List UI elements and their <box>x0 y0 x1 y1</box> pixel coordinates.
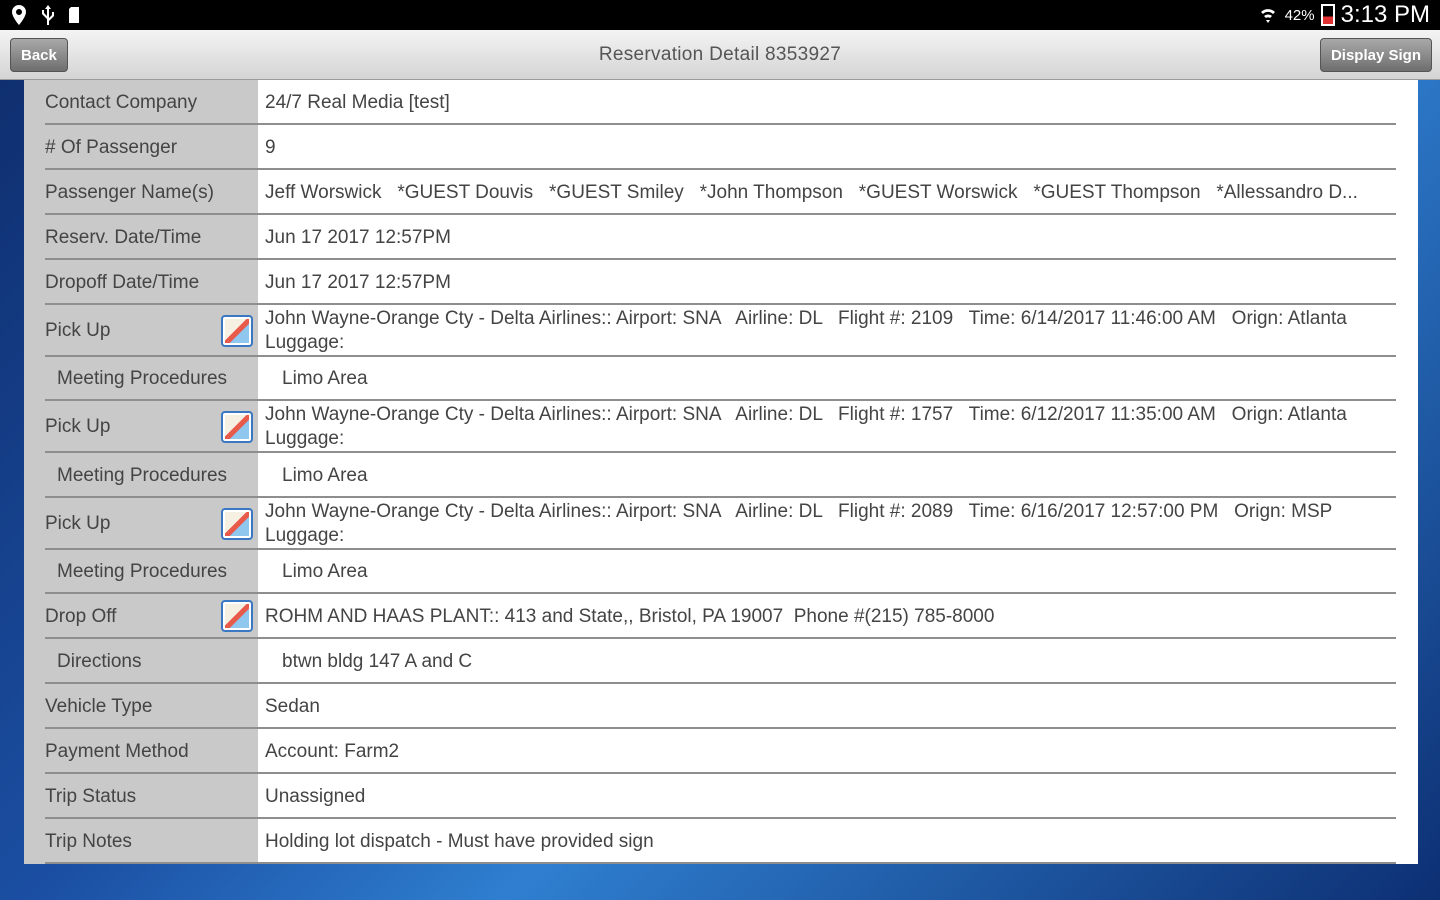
sd-card-icon <box>69 7 79 23</box>
row-value: Sedan <box>265 695 320 717</box>
row-value: btwn bldg 147 A and C <box>282 650 473 672</box>
row-trip-status: Trip Status Unassigned <box>24 774 1418 819</box>
row-meeting-procedures-2: Meeting Procedures Limo Area <box>24 453 1418 498</box>
row-label: Meeting Procedures <box>57 368 228 389</box>
row-label: Meeting Procedures <box>57 464 228 486</box>
row-label: Pick Up <box>45 320 111 341</box>
battery-icon <box>1320 4 1335 26</box>
map-icon[interactable] <box>221 508 253 540</box>
row-label: Vehicle Type <box>45 695 153 717</box>
pickup-details: John Wayne-Orange Cty - Delta Airlines::… <box>265 501 1333 522</box>
row-dropoff-datetime: Dropoff Date/Time Jun 17 2017 12:57PM <box>24 260 1418 305</box>
row-reserv-datetime: Reserv. Date/Time Jun 17 2017 12:57PM <box>24 215 1418 260</box>
status-icons-left <box>10 4 80 26</box>
pickup-details: John Wayne-Orange Cty - Delta Airlines::… <box>265 308 1347 329</box>
luggage-label: Luggage: <box>265 428 345 449</box>
row-passenger-names: Passenger Name(s) Jeff Worswick *GUEST D… <box>24 170 1418 215</box>
row-value: Jun 17 2017 12:57PM <box>265 226 451 248</box>
row-label: Trip Status <box>45 785 137 807</box>
row-payment-method: Payment Method Account: Farm2 <box>24 729 1418 774</box>
back-button[interactable]: Back <box>10 38 68 72</box>
map-icon[interactable] <box>221 315 253 347</box>
display-sign-button[interactable]: Display Sign <box>1319 38 1432 72</box>
row-vehicle-type: Vehicle Type Sedan <box>24 684 1418 729</box>
row-label: Dropoff Date/Time <box>45 271 200 293</box>
row-label: Payment Method <box>45 740 189 762</box>
row-passenger-count: # Of Passenger 9 <box>24 125 1418 170</box>
row-value: John Wayne-Orange Cty - Delta Airlines::… <box>265 305 1416 357</box>
row-contact-company: Contact Company 24/7 Real Media [test] <box>24 80 1418 125</box>
luggage-label: Luggage: <box>265 332 345 353</box>
status-bar: 42% 3:13 PM <box>0 0 1440 30</box>
row-label: Trip Notes <box>45 830 132 852</box>
row-pickup-3[interactable]: Pick Up John Wayne-Orange Cty - Delta Ai… <box>24 498 1418 550</box>
location-icon <box>12 5 26 25</box>
row-value: Limo Area <box>282 561 368 582</box>
row-drop-off[interactable]: Drop Off ROHM AND HAAS PLANT:: 413 and S… <box>24 594 1418 639</box>
row-label: Directions <box>57 650 142 672</box>
wifi-icon <box>1260 9 1275 23</box>
row-value: Limo Area <box>282 464 368 486</box>
row-label: Contact Company <box>45 91 198 113</box>
row-value: Holding lot dispatch - Must have provide… <box>265 830 654 852</box>
row-label: Meeting Procedures <box>57 561 228 582</box>
row-value: John Wayne-Orange Cty - Delta Airlines::… <box>265 498 1416 550</box>
map-icon[interactable] <box>221 600 253 632</box>
row-label: Passenger Name(s) <box>45 181 214 203</box>
reservation-detail-table: Contact Company 24/7 Real Media [test] #… <box>24 80 1418 864</box>
row-value: Jun 17 2017 12:57PM <box>265 271 451 293</box>
row-value: John Wayne-Orange Cty - Delta Airlines::… <box>265 401 1416 453</box>
map-icon[interactable] <box>221 411 253 443</box>
row-value: Account: Farm2 <box>265 740 400 762</box>
row-trip-notes: Trip Notes Holding lot dispatch - Must h… <box>24 819 1418 864</box>
luggage-label: Luggage: <box>265 525 345 546</box>
action-bar: Back Reservation Detail 8353927 Display … <box>0 30 1440 80</box>
page-title: Reservation Detail 8353927 <box>598 43 842 65</box>
row-value: 24/7 Real Media [test] <box>265 91 450 113</box>
row-directions: Directions btwn bldg 147 A and C <box>24 639 1418 684</box>
row-pickup-2[interactable]: Pick Up John Wayne-Orange Cty - Delta Ai… <box>24 401 1418 453</box>
pickup-details: John Wayne-Orange Cty - Delta Airlines::… <box>265 404 1347 425</box>
row-label: Pick Up <box>45 513 111 534</box>
row-value-text: Jeff Worswick *GUEST Douvis *GUEST Smile… <box>265 181 1358 203</box>
row-value: Limo Area <box>282 368 368 389</box>
row-label: Reserv. Date/Time <box>45 226 202 248</box>
row-label: # Of Passenger <box>45 136 178 158</box>
row-meeting-procedures-1: Meeting Procedures Limo Area <box>24 357 1418 401</box>
row-meeting-procedures-3: Meeting Procedures Limo Area <box>24 550 1418 594</box>
dropoff-address: ROHM AND HAAS PLANT:: 413 and State,, Br… <box>265 605 995 627</box>
row-pickup-1[interactable]: Pick Up John Wayne-Orange Cty - Delta Ai… <box>24 305 1418 357</box>
clock: 3:13 PM <box>1340 1 1430 28</box>
row-value: Unassigned <box>265 785 366 807</box>
row-divider <box>45 862 1396 864</box>
battery-percent: 42% <box>1284 6 1315 24</box>
row-value: ROHM AND HAAS PLANT:: 413 and State,, Br… <box>265 594 1416 639</box>
row-value: 9 <box>265 136 276 158</box>
status-icons-right: 42% 3:13 PM <box>1257 1 1430 29</box>
row-label: Drop Off <box>45 605 117 627</box>
row-value: Jeff Worswick *GUEST Douvis *GUEST Smile… <box>265 170 1416 215</box>
row-label: Pick Up <box>45 416 111 437</box>
usb-icon <box>42 5 54 25</box>
